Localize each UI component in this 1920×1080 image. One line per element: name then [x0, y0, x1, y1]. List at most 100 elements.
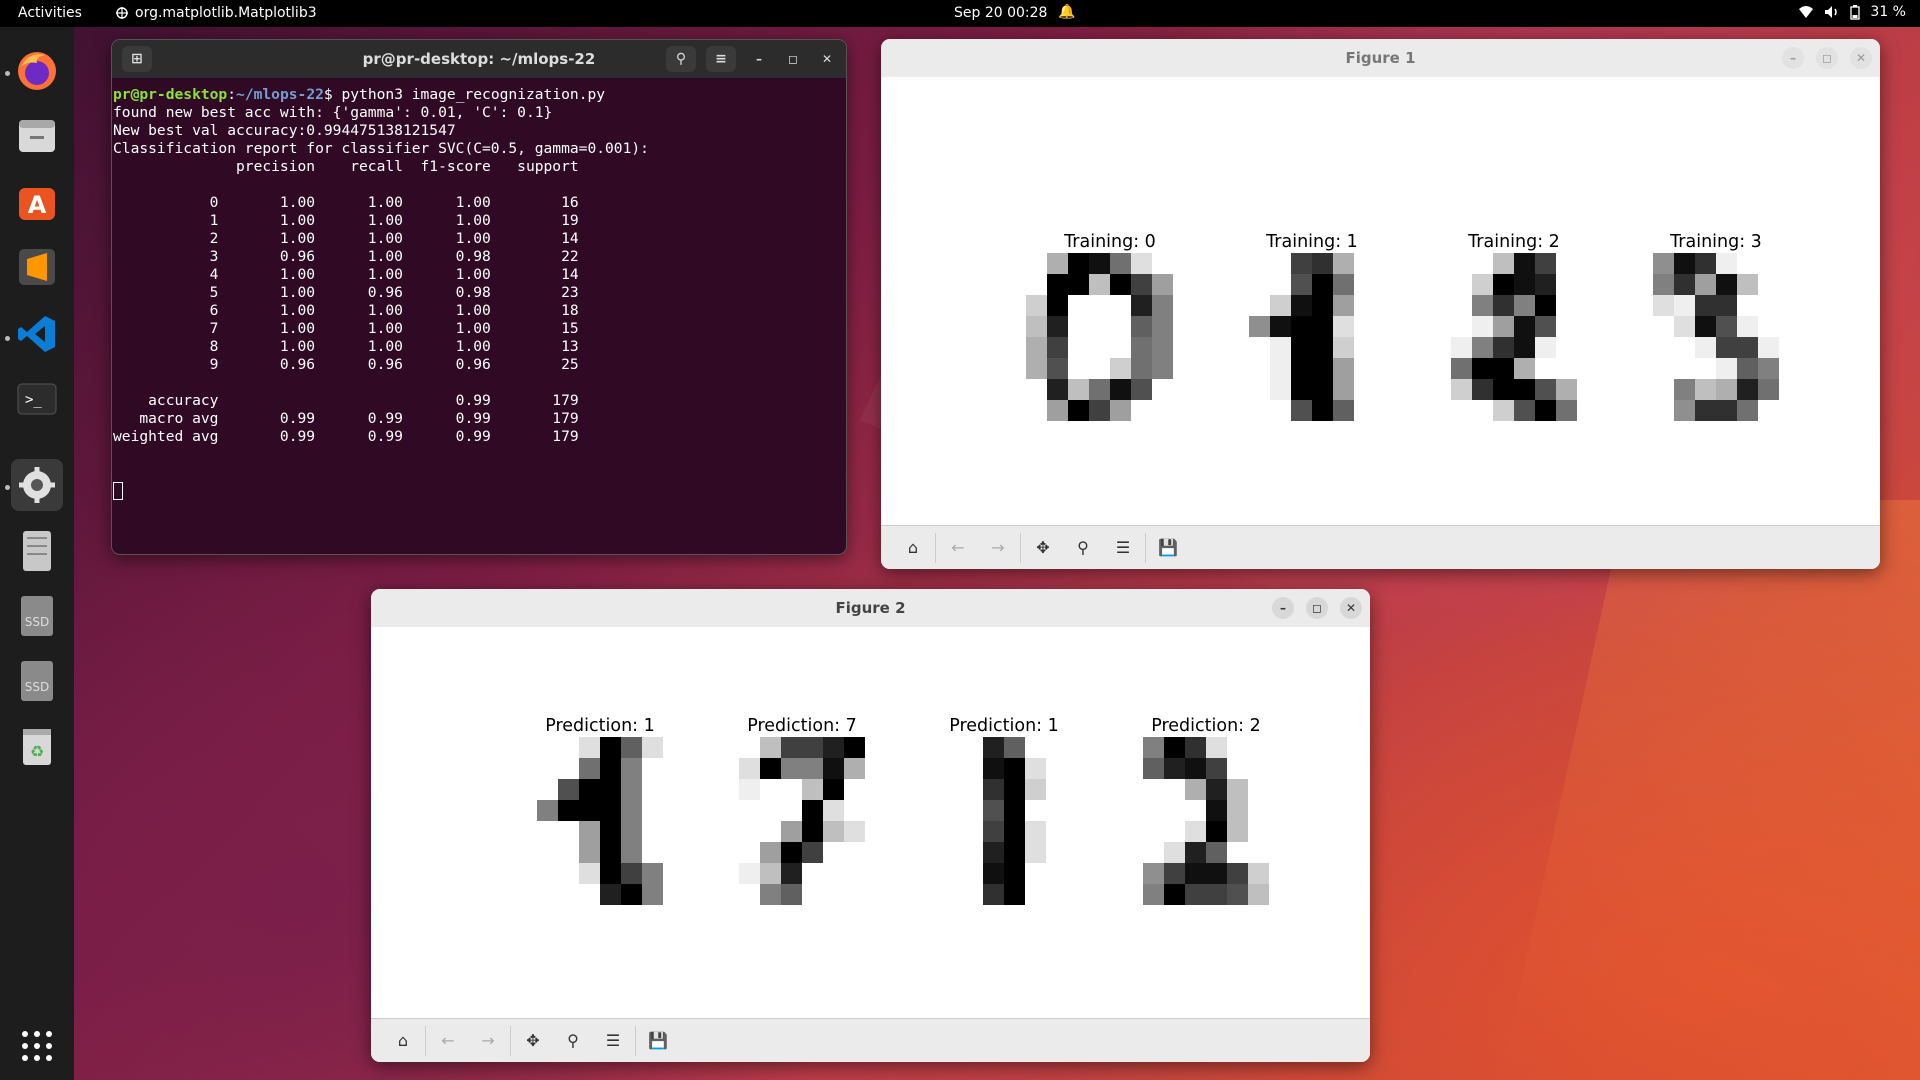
pixel	[642, 821, 663, 842]
zoom-icon[interactable]: ⚲	[1063, 531, 1103, 565]
pixel	[516, 758, 537, 779]
pixel	[1430, 379, 1451, 400]
figure2-titlebar[interactable]: Figure 2 – ◻ ✕	[371, 589, 1370, 627]
pixel	[1333, 316, 1354, 337]
pixel	[739, 737, 760, 758]
pixel	[516, 884, 537, 905]
pixel	[823, 779, 844, 800]
svg-text:A: A	[28, 191, 47, 219]
pixel	[600, 884, 621, 905]
terminal-window[interactable]: ⊞ pr@pr-desktop: ~/mlops-22 ⚲ ≡ – ◻ ✕ pr…	[111, 39, 847, 555]
pixel	[621, 863, 642, 884]
pan-icon[interactable]: ✥	[1023, 531, 1063, 565]
pixel	[1026, 316, 1047, 337]
close-icon[interactable]: ✕	[816, 48, 838, 70]
home-icon[interactable]: ⌂	[893, 531, 933, 565]
pixel	[1089, 295, 1110, 316]
hamburger-menu-icon[interactable]: ≡	[706, 46, 736, 72]
running-indicator	[5, 485, 10, 490]
pixel	[1556, 379, 1577, 400]
new-tab-icon[interactable]: ⊞	[122, 46, 152, 72]
pixel	[1004, 884, 1025, 905]
terminal-titlebar[interactable]: ⊞ pr@pr-desktop: ~/mlops-22 ⚲ ≡ – ◻ ✕	[112, 40, 846, 78]
save-icon[interactable]: 💾	[638, 1024, 678, 1058]
terminal-output[interactable]: pr@pr-desktop:~/mlops-22$ python3 image_…	[112, 78, 846, 500]
app-menu[interactable]: org.matplotlib.Matplotlib3	[115, 5, 317, 21]
pixel	[1354, 400, 1375, 421]
pixel	[1758, 337, 1779, 358]
ssd-drive-icon[interactable]: SSD	[11, 590, 63, 642]
pixel	[781, 884, 802, 905]
pixel	[1312, 274, 1333, 295]
back-icon[interactable]: ←	[428, 1024, 468, 1058]
pixel	[1185, 863, 1206, 884]
sublime-text-icon[interactable]	[11, 241, 63, 293]
pixel	[516, 800, 537, 821]
pixel	[1758, 253, 1779, 274]
figure1-titlebar[interactable]: Figure 1 – ◻ ✕	[881, 39, 1880, 77]
clock[interactable]: Sep 20 00:28	[954, 5, 1047, 21]
pixel	[1110, 253, 1131, 274]
pixel	[1472, 337, 1493, 358]
pixel	[1493, 253, 1514, 274]
pixel	[920, 842, 941, 863]
pixel	[1312, 358, 1333, 379]
pixel	[1577, 253, 1598, 274]
pixel	[1025, 737, 1046, 758]
configure-subplots-icon[interactable]: ☰	[593, 1024, 633, 1058]
pixel	[823, 737, 844, 758]
pixel	[1270, 253, 1291, 274]
app-center-icon[interactable]: A	[11, 176, 63, 228]
minimize-icon[interactable]: –	[748, 48, 770, 70]
terminal-line: precision recall f1-score support	[113, 158, 579, 175]
pixel	[1270, 295, 1291, 316]
pixel	[642, 779, 663, 800]
settings-icon[interactable]	[11, 459, 63, 511]
pixel	[558, 758, 579, 779]
disks-icon[interactable]	[11, 525, 63, 577]
terminal-icon[interactable]: >_	[11, 373, 63, 425]
vscode-icon[interactable]	[11, 308, 63, 360]
terminal-line: 5 1.00 0.96 0.98 23	[113, 284, 579, 301]
forward-icon[interactable]: →	[468, 1024, 508, 1058]
pixel	[1110, 379, 1131, 400]
pixel	[1068, 337, 1089, 358]
pixel	[1430, 253, 1451, 274]
search-icon[interactable]: ⚲	[666, 46, 696, 72]
figure1-window[interactable]: Figure 1 – ◻ ✕ Training: 0 Training: 1 Tra…	[881, 39, 1880, 569]
firefox-icon[interactable]	[11, 45, 63, 97]
ssd-drive-icon[interactable]: SSD	[11, 655, 63, 707]
figure2-window[interactable]: Figure 2 – ◻ ✕ Prediction: 1 Prediction: …	[371, 589, 1370, 1062]
forward-icon[interactable]: →	[978, 531, 1018, 565]
files-icon[interactable]	[11, 110, 63, 162]
figure1-canvas[interactable]: Training: 0 Training: 1 Training: 2 Trainin…	[881, 77, 1880, 525]
pixel	[1312, 295, 1333, 316]
digit-image	[1228, 253, 1396, 421]
close-icon[interactable]: ✕	[1340, 597, 1362, 619]
home-icon[interactable]: ⌂	[383, 1024, 423, 1058]
close-icon[interactable]: ✕	[1850, 47, 1872, 69]
wifi-icon	[1799, 6, 1814, 18]
pixel	[1653, 295, 1674, 316]
back-icon[interactable]: ←	[938, 531, 978, 565]
pixel	[1333, 295, 1354, 316]
zoom-icon[interactable]: ⚲	[553, 1024, 593, 1058]
pixel	[1164, 737, 1185, 758]
figure2-canvas[interactable]: Prediction: 1 Prediction: 7 Prediction: 1 P…	[371, 627, 1370, 1018]
show-apps-icon[interactable]	[11, 1020, 63, 1072]
minimize-icon[interactable]: –	[1782, 47, 1804, 69]
maximize-icon[interactable]: ◻	[782, 48, 804, 70]
trash-icon[interactable]: ♻	[11, 721, 63, 773]
minimize-icon[interactable]: –	[1272, 597, 1294, 619]
battery-icon	[1850, 4, 1861, 20]
save-icon[interactable]: 💾	[1148, 531, 1188, 565]
configure-subplots-icon[interactable]: ☰	[1103, 531, 1143, 565]
pixel	[1089, 379, 1110, 400]
terminal-line: 3 0.96 1.00 0.98 22	[113, 248, 579, 265]
pixel	[1110, 400, 1131, 421]
pan-icon[interactable]: ✥	[513, 1024, 553, 1058]
activities-button[interactable]: Activities	[18, 5, 82, 21]
maximize-icon[interactable]: ◻	[1816, 47, 1838, 69]
maximize-icon[interactable]: ◻	[1306, 597, 1328, 619]
system-tray[interactable]: 31 %	[1798, 4, 1906, 20]
